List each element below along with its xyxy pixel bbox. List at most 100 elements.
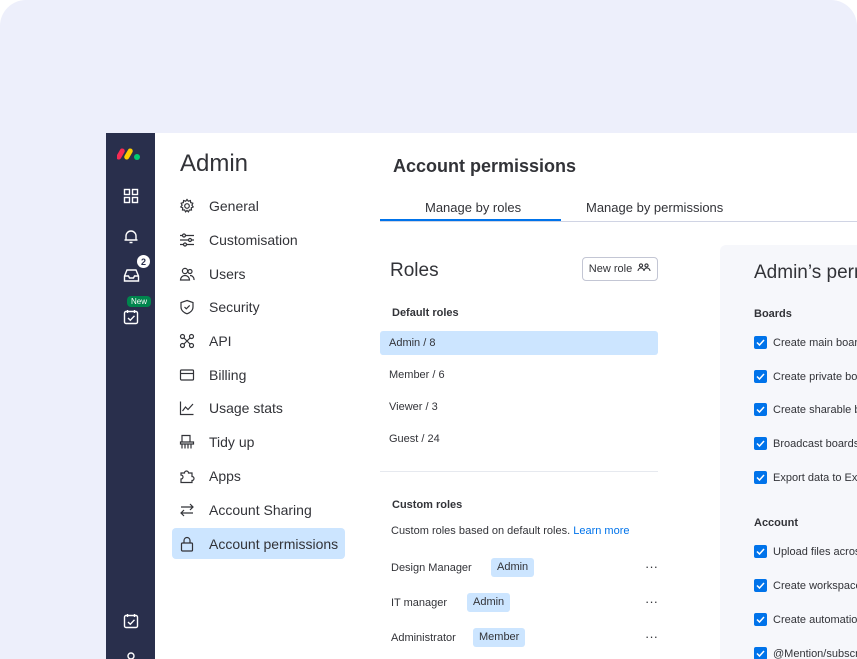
lock-icon (178, 535, 196, 553)
page-title: Account permissions (393, 156, 577, 176)
role-base-tag: Admin (467, 593, 511, 612)
boards-heading: Boards (754, 308, 792, 320)
more-options-icon[interactable]: ··· (645, 594, 658, 609)
sidebar-item-security[interactable]: Security (172, 291, 345, 322)
sidebar-item-label: Billing (209, 366, 247, 383)
permission-label: Create sharable boards (773, 403, 857, 416)
custom-role-row[interactable]: IT manager Admin ··· (391, 593, 658, 613)
custom-role-row[interactable]: Administrator Member ··· (391, 628, 658, 648)
checkbox-checked-icon[interactable] (754, 437, 767, 450)
permission-label: Create private boards (773, 370, 857, 383)
more-options-icon[interactable]: ··· (645, 559, 658, 574)
tab-manage-by-permissions[interactable]: Manage by permissions (586, 200, 723, 215)
permissions-title: Admin’s perm (754, 262, 857, 283)
sidebar-item-label: Users (209, 265, 246, 282)
permissions-panel: Admin’s perm Boards Create main boards C… (720, 245, 857, 659)
checkbox-checked-icon[interactable] (754, 647, 767, 659)
grid-apps-icon[interactable] (120, 185, 142, 207)
sidebar-title: Admin (180, 150, 249, 177)
custom-role-name: Design Manager (391, 562, 472, 574)
my-work-icon[interactable] (120, 306, 142, 328)
permission-item[interactable]: Broadcast boards (754, 437, 857, 450)
sidebar-item-label: Tidy up (209, 433, 255, 450)
sidebar-item-billing[interactable]: Billing (172, 359, 345, 390)
more-options-icon[interactable]: ··· (645, 629, 658, 644)
sidebar-item-customisation[interactable]: Customisation (172, 224, 345, 255)
permission-item[interactable]: Create automations (754, 613, 857, 626)
checkbox-checked-icon[interactable] (754, 545, 767, 558)
permission-label: Create main boards (773, 336, 857, 349)
roles-title: Roles (390, 260, 439, 281)
active-tab-indicator (380, 219, 561, 221)
sidebar-item-label: API (209, 332, 232, 349)
checkbox-checked-icon[interactable] (754, 613, 767, 626)
users-icon (178, 265, 196, 283)
permission-item[interactable]: Export data to Excel (754, 471, 857, 484)
page-background: 2 New Admin General Customisation Users … (0, 0, 857, 659)
account-heading: Account (754, 517, 798, 529)
permission-item[interactable]: @Mention/subscribe (754, 647, 857, 659)
shield-icon (178, 298, 196, 316)
arrows-swap-icon (178, 501, 196, 519)
default-roles-heading: Default roles (392, 307, 459, 319)
checkbox-checked-icon[interactable] (754, 403, 767, 416)
bell-icon[interactable] (120, 225, 142, 247)
checkbox-checked-icon[interactable] (754, 471, 767, 484)
sidebar-item-account-permissions[interactable]: Account permissions (172, 528, 345, 559)
puzzle-icon (178, 467, 196, 485)
custom-role-row[interactable]: Design Manager Admin ··· (391, 558, 658, 578)
custom-roles-description: Custom roles based on default roles. Lea… (391, 525, 629, 537)
sidebar-item-label: Account permissions (209, 535, 339, 552)
sidebar-item-label: Account Sharing (209, 501, 312, 518)
admin-sidebar: Admin General Customisation Users Securi… (155, 133, 362, 659)
new-role-button[interactable]: New role (582, 257, 658, 281)
profile-icon[interactable] (120, 648, 142, 659)
permission-label: Broadcast boards (773, 437, 857, 450)
notification-count-badge: 2 (137, 255, 150, 268)
learn-more-link[interactable]: Learn more (573, 525, 629, 537)
permission-item[interactable]: Upload files across (754, 545, 857, 558)
sidebar-item-apps[interactable]: Apps (172, 460, 345, 491)
gear-icon (178, 197, 196, 215)
role-row[interactable]: Viewer / 3 (380, 395, 658, 419)
role-base-tag: Admin (491, 558, 535, 577)
new-role-label: New role (588, 263, 633, 275)
role-row[interactable]: Admin / 8 (380, 331, 658, 355)
inbox-icon[interactable] (120, 264, 142, 286)
sidebar-item-usage-stats[interactable]: Usage stats (172, 392, 345, 423)
sidebar-item-general[interactable]: General (172, 190, 345, 221)
broom-icon (178, 433, 196, 451)
permission-item[interactable]: Create main boards (754, 336, 857, 349)
checkbox-checked-icon[interactable] (754, 579, 767, 592)
role-base-tag: Member (473, 628, 526, 647)
monday-logo-icon[interactable] (117, 145, 143, 161)
app-window: 2 New Admin General Customisation Users … (106, 133, 857, 659)
my-work-icon-bottom[interactable] (120, 610, 142, 632)
permission-item[interactable]: Create workspaces (754, 579, 857, 592)
custom-role-name: Administrator (391, 632, 456, 644)
left-rail: 2 New (106, 133, 155, 659)
sidebar-item-label: Apps (209, 467, 241, 484)
sidebar-item-tidy-up[interactable]: Tidy up (172, 426, 345, 457)
sidebar-item-account-sharing[interactable]: Account Sharing (172, 494, 345, 525)
sidebar-item-api[interactable]: API (172, 325, 345, 356)
permission-label: Upload files across (773, 545, 857, 558)
api-icon (178, 332, 196, 350)
permission-label: @Mention/subscribe (773, 647, 857, 659)
sidebar-item-users[interactable]: Users (172, 258, 345, 289)
tabs-divider (380, 221, 857, 222)
permission-item[interactable]: Create sharable boards (754, 403, 857, 416)
sidebar-item-label: Usage stats (209, 399, 283, 416)
custom-desc-text: Custom roles based on default roles. (391, 525, 571, 537)
permission-item[interactable]: Create private boards (754, 370, 857, 383)
permission-label: Create workspaces (773, 579, 857, 592)
permission-label: Create automations (773, 613, 857, 626)
sidebar-item-label: Customisation (209, 231, 298, 248)
role-row[interactable]: Member / 6 (380, 363, 658, 387)
tab-manage-by-roles[interactable]: Manage by roles (425, 200, 521, 215)
checkbox-checked-icon[interactable] (754, 336, 767, 349)
chart-icon (178, 399, 196, 417)
roles-add-icon (637, 263, 651, 275)
role-row[interactable]: Guest / 24 (380, 427, 658, 451)
checkbox-checked-icon[interactable] (754, 370, 767, 383)
